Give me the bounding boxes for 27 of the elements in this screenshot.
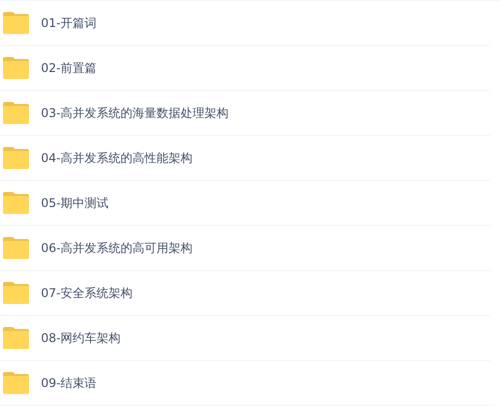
folder-row[interactable]: 03-高并发系统的海量数据处理架构	[0, 91, 490, 136]
folder-icon	[2, 147, 29, 169]
folder-row[interactable]: 06-高并发系统的高可用架构	[0, 226, 490, 271]
folder-icon	[2, 57, 29, 79]
folder-row[interactable]: 05-期中测试	[0, 181, 490, 226]
folder-icon	[2, 282, 29, 304]
folder-name: 05-期中测试	[41, 194, 109, 212]
folder-row[interactable]: 01-开篇词	[0, 1, 490, 46]
folder-row[interactable]: 08-网约车架构	[0, 316, 490, 361]
folder-icon	[2, 237, 29, 259]
folder-name: 02-前置篇	[41, 60, 97, 76]
folder-row[interactable]: 04-高并发系统的高性能架构	[0, 136, 490, 181]
folder-row[interactable]: 07-安全系统架构	[0, 271, 490, 316]
folder-name: 03-高并发系统的海量数据处理架构	[41, 104, 229, 122]
folder-name: 04-高并发系统的高性能架构	[41, 150, 193, 166]
folder-name: 01-开篇词	[41, 14, 97, 32]
folder-icon	[2, 327, 29, 349]
folder-icon	[2, 372, 29, 394]
folder-row[interactable]: 02-前置篇	[0, 46, 490, 91]
folder-icon	[2, 192, 29, 214]
folder-icon	[2, 102, 29, 124]
folder-row[interactable]: 09-结束语	[0, 361, 490, 406]
folder-name: 09-结束语	[41, 374, 97, 392]
folder-name: 07-安全系统架构	[41, 284, 133, 302]
folder-icon	[2, 12, 29, 34]
folder-name: 06-高并发系统的高可用架构	[41, 240, 193, 256]
folder-name: 08-网约车架构	[41, 330, 121, 346]
